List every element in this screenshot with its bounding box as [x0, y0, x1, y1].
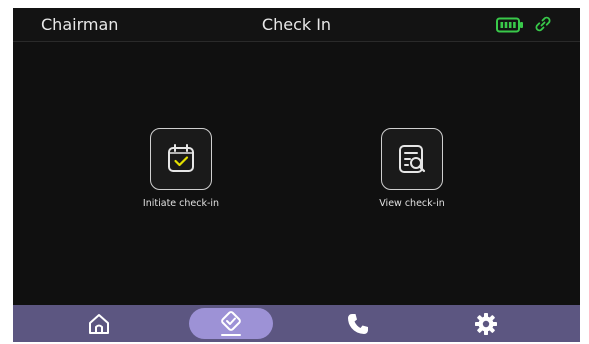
- view-check-in-label: View check-in: [379, 198, 445, 209]
- check-in-icon: [221, 310, 241, 336]
- phone-icon: [348, 313, 368, 334]
- device-screen: Chairman Check In Initiate check-in View…: [13, 8, 580, 342]
- nav-settings-button[interactable]: [444, 308, 528, 339]
- document-search-icon: [399, 145, 426, 173]
- nav-check-in-button[interactable]: [189, 308, 273, 339]
- initiate-check-in-label: Initiate check-in: [142, 198, 220, 209]
- gear-icon: [475, 312, 497, 335]
- battery-icon: [496, 17, 523, 33]
- status-bar: Chairman Check In: [13, 8, 580, 42]
- nav-phone-button[interactable]: [316, 308, 400, 339]
- view-check-in-tile[interactable]: [381, 128, 443, 190]
- nav-home-button[interactable]: [57, 308, 141, 339]
- page-title: Check In: [261, 15, 332, 34]
- initiate-check-in-button[interactable]: Initiate check-in: [121, 128, 241, 209]
- initiate-check-in-tile[interactable]: [150, 128, 212, 190]
- link-icon: [535, 16, 551, 32]
- calendar-check-icon: [168, 144, 194, 172]
- home-icon: [89, 313, 109, 334]
- bottom-navigation: [13, 305, 580, 342]
- view-check-in-button[interactable]: View check-in: [352, 128, 472, 209]
